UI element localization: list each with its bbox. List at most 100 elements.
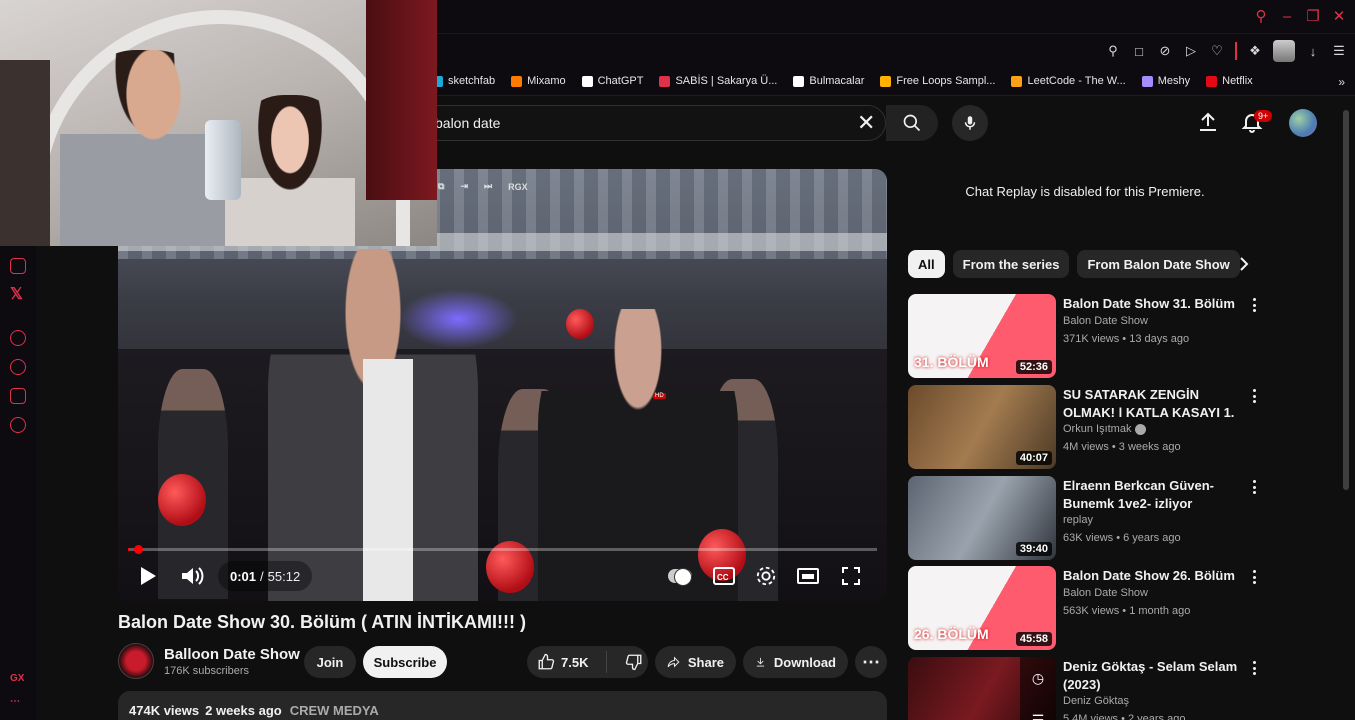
page-scrollbar[interactable]	[1343, 110, 1349, 490]
more-vertical-icon[interactable]	[1248, 296, 1260, 314]
description-box[interactable]: 474K views 2 weeks ago CREW MEDYA	[118, 691, 887, 720]
popout-icon[interactable]: ⧉	[438, 181, 444, 192]
recommendation-channel[interactable]: Orkun Işıtmak	[1063, 423, 1147, 435]
recommendation-item[interactable]: 31. BÖLÜM 52:36 Balon Date Show 31. Bölüm B…	[908, 294, 1268, 378]
share-button[interactable]: Share	[655, 646, 736, 678]
profile-avatar[interactable]	[1273, 40, 1295, 62]
chevron-right-icon[interactable]	[1236, 256, 1252, 272]
bookmark-item[interactable]: LeetCode - The W...	[1011, 75, 1126, 87]
volume-icon[interactable]	[180, 565, 204, 587]
more-vertical-icon[interactable]	[1248, 659, 1260, 677]
play-icon[interactable]: ▷	[1183, 41, 1199, 61]
more-vertical-icon[interactable]	[1248, 478, 1260, 496]
extensions-sidebar-icon[interactable]	[10, 388, 26, 404]
subscribe-button[interactable]: Subscribe	[363, 646, 447, 678]
video-thumbnail[interactable]: 39:40	[908, 476, 1056, 560]
extensions-icon[interactable]: ❖	[1247, 41, 1263, 61]
recommendation-title[interactable]: Elraenn Berkcan Güven-Bunemk 1ve2- izliy…	[1063, 477, 1245, 513]
filter-chip[interactable]: From the series	[952, 250, 1070, 278]
join-button[interactable]: Join	[304, 646, 356, 678]
settings-button[interactable]	[754, 565, 778, 587]
progress-bar[interactable]	[128, 545, 877, 554]
recommendation-item[interactable]: ◷ ☰ Deniz Göktaş - Selam Selam (2023) Deniz…	[908, 657, 1268, 720]
upload-icon[interactable]	[1196, 110, 1220, 134]
bookmark-item[interactable]: Bulmacalar	[793, 75, 864, 87]
add-to-queue-icon[interactable]: ☰	[1032, 712, 1045, 720]
video-tags[interactable]: CREW MEDYA	[290, 703, 379, 718]
recommendation-channel[interactable]: replay	[1063, 514, 1093, 526]
bookmark-item[interactable]: Netflix	[1206, 75, 1253, 87]
search-icon[interactable]: ⚲	[1251, 6, 1271, 26]
recommendation-channel[interactable]: Balon Date Show	[1063, 587, 1148, 599]
bookmark-item[interactable]: Mixamo	[511, 75, 566, 87]
voice-search-button[interactable]	[952, 105, 988, 141]
more-vertical-icon[interactable]	[1248, 387, 1260, 405]
verified-icon	[1135, 423, 1147, 435]
block-icon[interactable]: ⊘	[1157, 41, 1173, 61]
recommendation-title[interactable]: Deniz Göktaş - Selam Selam (2023)	[1063, 658, 1245, 694]
menu-icon[interactable]: ☰	[1331, 41, 1347, 61]
recommendation-item[interactable]: 26. BÖLÜM 45:58 Balon Date Show 26. Bölüm B…	[908, 566, 1268, 650]
bookmark-item[interactable]: SABİS | Sakarya Ü...	[659, 75, 777, 87]
dislike-button[interactable]	[615, 653, 643, 671]
recommendation-title[interactable]: SU SATARAK ZENGİN OLMAK! l KATLA KASAYI …	[1063, 386, 1245, 422]
webcam-person	[225, 95, 355, 246]
history-icon[interactable]	[10, 359, 26, 375]
download-icon[interactable]: ↓	[1305, 41, 1321, 61]
settings-icon[interactable]	[10, 417, 26, 433]
screenshot-icon[interactable]: □	[1131, 41, 1147, 61]
filter-chip[interactable]: From Balon Date Show	[1077, 250, 1240, 278]
search-button[interactable]	[886, 105, 938, 141]
x-icon[interactable]: 𝕏	[10, 284, 23, 304]
duration-badge: 45:58	[1015, 632, 1052, 646]
rgx-label[interactable]: RGX	[508, 182, 528, 192]
close-icon[interactable]: ✕	[1329, 6, 1349, 26]
pin-icon[interactable]: ⚲	[1105, 41, 1121, 61]
chevron-double-right-icon[interactable]: »	[1338, 75, 1345, 89]
play-icon[interactable]	[138, 565, 158, 587]
fullscreen-button[interactable]	[839, 565, 863, 587]
time-separator: /	[260, 568, 264, 584]
captions-button[interactable]: CC	[712, 565, 736, 587]
minimize-icon[interactable]: –	[1277, 6, 1297, 26]
watch-later-icon[interactable]: ◷	[1032, 670, 1044, 687]
restore-icon[interactable]: ❐	[1303, 6, 1323, 26]
gx-logo-icon[interactable]: GX	[10, 673, 24, 684]
autoplay-toggle[interactable]	[668, 565, 692, 587]
channel-name[interactable]: Balloon Date Show	[164, 646, 300, 663]
clear-search-icon[interactable]: ✕	[857, 110, 875, 136]
bookmark-item[interactable]: sketchfab	[432, 75, 495, 87]
bookmark-item[interactable]: Meshy	[1141, 75, 1191, 87]
more-icon[interactable]: ⋯	[10, 696, 20, 707]
recommendation-item[interactable]: 39:40 Elraenn Berkcan Güven-Bunemk 1ve2- …	[908, 476, 1268, 560]
bookmark-item[interactable]: Free Loops Sampl...	[880, 75, 995, 87]
exit-icon[interactable]: ⇥	[460, 181, 468, 192]
video-thumbnail[interactable]: 26. BÖLÜM 45:58	[908, 566, 1056, 650]
recommendation-item[interactable]: 40:07 SU SATARAK ZENGİN OLMAK! l KATLA KA…	[908, 385, 1268, 469]
more-vertical-icon[interactable]	[1248, 568, 1260, 586]
theater-button[interactable]	[796, 565, 820, 587]
like-button[interactable]: 7.5K	[527, 651, 607, 673]
bookmarks-list: sketchfab Mixamo ChatGPT SABİS | Sakarya Ü.…	[432, 75, 1253, 87]
skip-icon[interactable]: ⏭	[484, 181, 492, 192]
heart-icon[interactable]: ♡	[1209, 41, 1225, 61]
video-thumbnail[interactable]: ◷ ☰	[908, 657, 1056, 720]
user-avatar[interactable]	[1289, 109, 1317, 137]
channel-avatar[interactable]	[118, 643, 154, 679]
instagram-icon[interactable]	[10, 258, 26, 274]
video-thumbnail[interactable]: 31. BÖLÜM 52:36	[908, 294, 1056, 378]
bookmark-item[interactable]: ChatGPT	[581, 75, 643, 87]
bookmark-label: Meshy	[1157, 75, 1191, 87]
recommendation-channel[interactable]: Deniz Göktaş	[1063, 695, 1129, 707]
recommendation-title[interactable]: Balon Date Show 26. Bölüm	[1063, 567, 1245, 585]
recommendation-channel[interactable]: Balon Date Show	[1063, 315, 1148, 327]
more-actions-button[interactable]: ⋯	[855, 646, 887, 678]
bookmark-favicon-icon	[880, 75, 892, 87]
download-button[interactable]: Download	[743, 646, 848, 678]
video-thumbnail[interactable]: 40:07	[908, 385, 1056, 469]
scrubber-handle[interactable]	[134, 545, 143, 554]
recommendation-title[interactable]: Balon Date Show 31. Bölüm	[1063, 295, 1245, 313]
filter-chip[interactable]: All	[908, 250, 945, 278]
player-icon[interactable]	[10, 330, 26, 346]
bookmark-favicon-icon	[581, 75, 593, 87]
